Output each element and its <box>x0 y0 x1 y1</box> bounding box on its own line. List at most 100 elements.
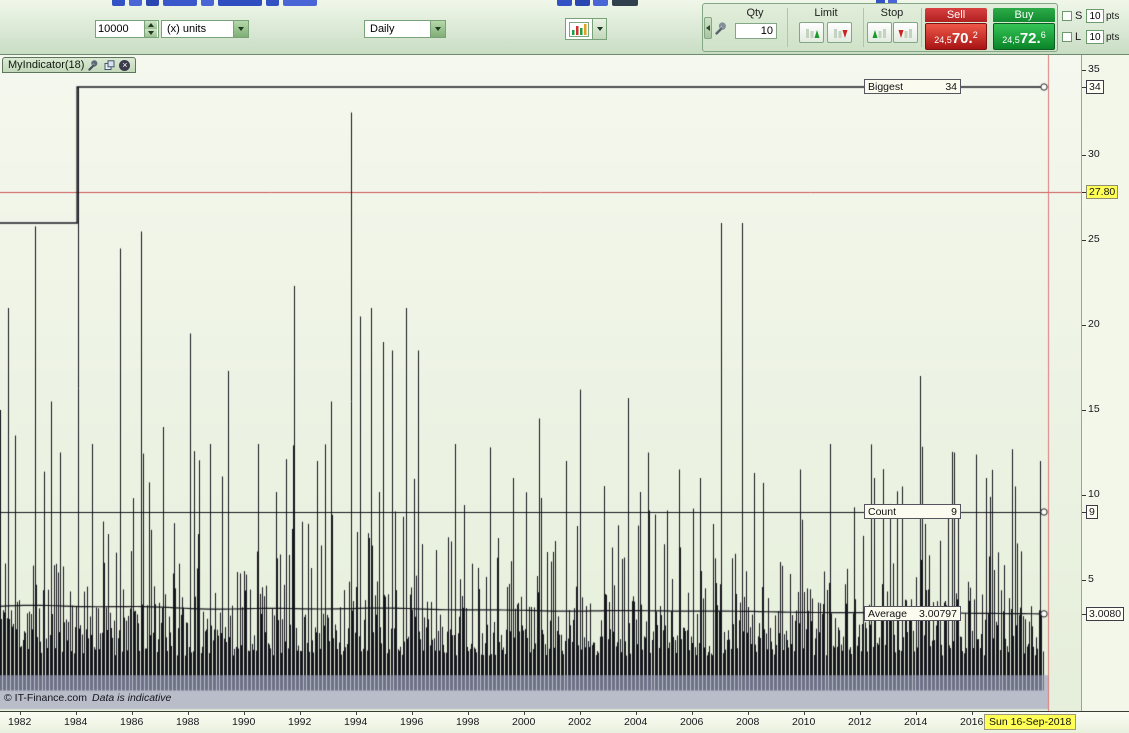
buy-price-decimal: 6 <box>1040 30 1046 40</box>
time-axis-label: 2016 <box>960 716 984 728</box>
time-axis-label: 1984 <box>64 716 88 728</box>
price-axis[interactable]: 35 34 30 27.80 25 20 15 10 9 5 3.0080 <box>1081 55 1129 711</box>
chart-style-dropdown-button[interactable] <box>592 19 606 39</box>
time-axis-tick <box>188 712 189 715</box>
time-axis-tick <box>356 712 357 715</box>
stop-distance-input[interactable] <box>1086 9 1104 23</box>
clipped-icon-fragment <box>557 0 572 6</box>
order-settings-wrench-button[interactable] <box>714 21 730 37</box>
time-axis-label: 2010 <box>792 716 816 728</box>
price-axis-tick <box>1082 325 1086 326</box>
timeframe-dropdown[interactable]: Daily <box>364 20 446 38</box>
time-axis-label: 2000 <box>512 716 536 728</box>
price-axis-label: 15 <box>1088 403 1100 415</box>
time-axis-tick <box>244 712 245 715</box>
buy-price-main: 72. <box>1019 30 1041 47</box>
sell-price-decimal: 2 <box>972 30 978 40</box>
time-axis-label: 1988 <box>176 716 200 728</box>
price-axis-tick <box>1082 70 1086 71</box>
chart-style-button[interactable] <box>565 18 607 40</box>
units-dropdown[interactable]: (x) units <box>161 20 249 38</box>
clipped-icon-fragment <box>593 0 608 6</box>
current-date-label: Sun 16-Sep-2018 <box>984 714 1077 730</box>
timeframe-dropdown-value: Daily <box>370 23 395 35</box>
buy-stop-icon <box>872 28 886 38</box>
limit-buy-button[interactable] <box>799 22 824 43</box>
clipped-icon-fragment <box>163 0 197 6</box>
price-axis-label: 35 <box>1088 63 1100 75</box>
biggest-marker-label[interactable]: Biggest 34 <box>864 79 961 94</box>
sell-button[interactable]: 24,5 70. 2 <box>925 23 987 50</box>
time-axis-tick <box>860 712 861 715</box>
dropdown-button[interactable] <box>430 21 445 37</box>
clipped-icon-fragment <box>218 0 262 6</box>
stop-distance-checkbox[interactable] <box>1062 11 1072 21</box>
sell-column-header: Sell <box>925 8 987 22</box>
limit-distance-input[interactable] <box>1086 30 1104 44</box>
buy-price-prefix: 24,5 <box>1002 35 1020 45</box>
marker-name: Average <box>868 607 907 620</box>
panel-collapse-button[interactable] <box>704 17 712 39</box>
count-marker-label[interactable]: Count 9 <box>864 504 961 519</box>
clipped-icon-fragment <box>612 0 638 6</box>
stop-buy-button[interactable] <box>867 22 892 43</box>
marker-name: Biggest <box>868 80 904 93</box>
stepper-arrows <box>144 21 157 37</box>
dropdown-button[interactable] <box>233 21 248 37</box>
units-dropdown-value: (x) units <box>167 23 207 35</box>
stepper-up-button[interactable] <box>145 21 157 29</box>
limit-sell-button[interactable] <box>827 22 852 43</box>
buy-limit-icon <box>805 28 819 38</box>
time-axis-label: 2002 <box>568 716 592 728</box>
clipped-icon-fragment <box>146 0 159 6</box>
time-axis-tick <box>412 712 413 715</box>
time-axis-tick <box>76 712 77 715</box>
time-axis-label: 2008 <box>736 716 760 728</box>
buy-button[interactable]: 24,5 72. 6 <box>993 23 1055 50</box>
close-icon[interactable]: × <box>119 59 131 71</box>
up-arrow-icon <box>148 23 154 27</box>
order-qty-input[interactable] <box>735 23 777 39</box>
down-arrow-icon <box>148 31 154 35</box>
limit-distance-checkbox[interactable] <box>1062 32 1072 42</box>
wrench-icon[interactable] <box>88 59 100 71</box>
quantity-stepper[interactable] <box>95 20 159 38</box>
order-panel: Qty Limit Stop <box>702 3 1058 52</box>
stop-sell-button[interactable] <box>893 22 918 43</box>
price-axis-label: 9 <box>1086 505 1098 519</box>
limit-distance-label: L <box>1075 31 1082 43</box>
quantity-input[interactable] <box>96 21 144 37</box>
stop-column-header: Stop <box>880 7 904 19</box>
chart-area: MyIndicator(18) × Biggest 34 Count 9 Ave… <box>0 55 1129 733</box>
time-axis-label: 1982 <box>8 716 32 728</box>
sell-price-main: 70. <box>951 30 973 47</box>
time-axis-label: 2012 <box>848 716 872 728</box>
clipped-icon-fragment <box>283 0 317 6</box>
price-axis-label: 30 <box>1088 148 1100 160</box>
indicator-tab[interactable]: MyIndicator(18) × <box>2 57 137 73</box>
clipped-icon-fragment <box>129 0 142 6</box>
detach-window-icon[interactable] <box>104 59 115 71</box>
average-marker-label[interactable]: Average 3.00797 <box>864 606 961 621</box>
time-axis[interactable]: Sun 16-Sep-2018 1982 1984 1986 1988 1990 1992… <box>0 711 1129 733</box>
limit-distance-row: L pts <box>1062 28 1119 46</box>
price-axis-tick <box>1082 580 1086 581</box>
time-axis-tick <box>916 712 917 715</box>
time-axis-tick <box>580 712 581 715</box>
clipped-icon-fragment <box>112 0 125 6</box>
time-axis-label: 2004 <box>624 716 648 728</box>
chevron-down-icon <box>435 27 441 31</box>
indicative-note: Data is indicative <box>92 692 172 704</box>
stop-limit-distance-group: S pts L pts <box>1062 7 1119 49</box>
time-axis-label: 1998 <box>456 716 480 728</box>
price-axis-label: 34 <box>1086 80 1104 94</box>
limit-column-header: Limit <box>814 7 838 19</box>
time-axis-label: 1992 <box>288 716 312 728</box>
time-axis-tick <box>692 712 693 715</box>
main-toolbar: (x) units Daily <box>0 0 1129 55</box>
time-axis-label: 2014 <box>904 716 928 728</box>
price-axis-label: 10 <box>1088 488 1100 500</box>
time-axis-tick <box>636 712 637 715</box>
stepper-down-button[interactable] <box>145 29 157 37</box>
time-axis-label: 1990 <box>232 716 256 728</box>
